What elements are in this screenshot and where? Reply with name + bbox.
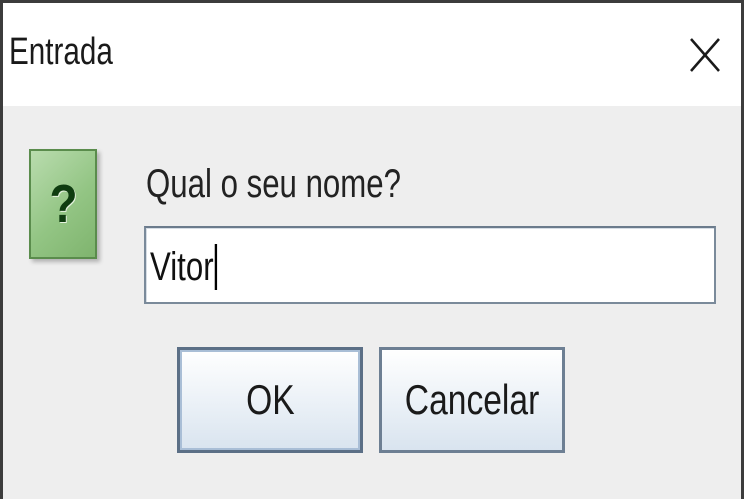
text-caret <box>214 244 217 290</box>
cancel-button[interactable]: Cancelar <box>379 347 565 453</box>
dialog-title: Entrada <box>9 31 113 73</box>
prompt-label: Qual o seu nome? <box>146 162 401 206</box>
name-input[interactable]: Vitor <box>144 226 716 304</box>
title-bar[interactable]: Entrada <box>3 0 741 106</box>
close-button[interactable] <box>685 33 725 77</box>
question-glyph: ? <box>48 174 78 234</box>
input-dialog: Entrada ? Qual o seu nome? Vitor OK Canc… <box>0 0 744 499</box>
question-icon: ? <box>29 149 97 259</box>
name-input-value: Vitor <box>150 244 217 290</box>
cancel-button-label: Cancelar <box>404 376 540 423</box>
ok-button[interactable]: OK <box>177 347 363 453</box>
close-icon <box>685 33 725 77</box>
ok-button-label: OK <box>245 376 295 423</box>
